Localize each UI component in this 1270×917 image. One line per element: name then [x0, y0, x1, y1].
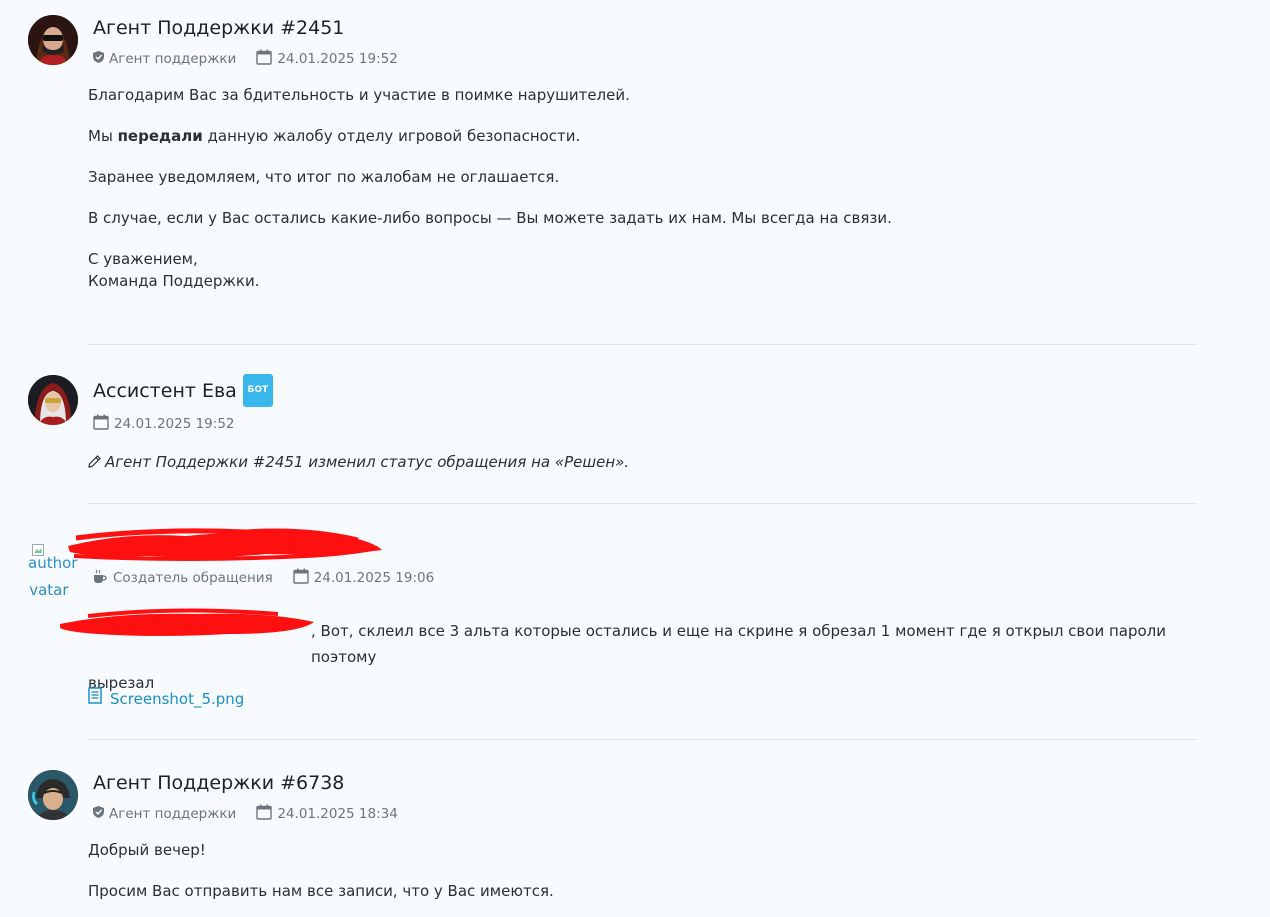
- avatar-alt-text-line2: avatar: [28, 581, 69, 599]
- text-segment: Мы: [88, 127, 118, 145]
- calendar-icon: [292, 568, 309, 588]
- message-body: Благодарим Вас за бдительность и участие…: [88, 84, 1208, 292]
- status-text: Агент Поддержки #2451 изменил статус обр…: [105, 453, 630, 471]
- coffee-icon: [93, 569, 108, 588]
- message-meta: Агент поддержки 24.01.2025 18:34: [93, 804, 418, 824]
- calendar-icon: [256, 804, 273, 824]
- message-datetime: 24.01.2025 19:06: [313, 570, 435, 586]
- divider: [88, 344, 1198, 345]
- bot-badge: БОТ: [242, 374, 273, 407]
- message-signature: С уважением, Команда Поддержки.: [88, 248, 1208, 292]
- author-role: Создатель обращения: [113, 570, 273, 586]
- message-datetime: 24.01.2025 18:34: [277, 806, 398, 822]
- signature-line: Команда Поддержки.: [88, 272, 260, 290]
- shield-icon: [93, 51, 104, 67]
- message-meta: 24.01.2025 19:52: [93, 414, 255, 434]
- redacted-author-name: [68, 528, 382, 561]
- avatar[interactable]: [28, 770, 78, 820]
- signature-line: С уважением,: [88, 250, 198, 268]
- message-paragraph: Мы передали данную жалобу отделу игровой…: [88, 125, 1208, 147]
- attachment-row: Screenshot_5.png: [88, 687, 1208, 710]
- author-name-text[interactable]: Ассистент Ева: [93, 380, 237, 402]
- shield-icon: [93, 806, 104, 822]
- message-paragraph: Просим Вас отправить нам все записи, что…: [88, 882, 554, 900]
- message-meta: Создатель обращения 24.01.2025 19:06: [93, 568, 454, 588]
- message-datetime: 24.01.2025 19:52: [277, 51, 398, 67]
- message-paragraph: В случае, если у Вас остались какие-либо…: [88, 209, 892, 227]
- message-datetime: 24.01.2025 19:52: [114, 416, 235, 432]
- message-meta: Агент поддержки 24.01.2025 19:52: [93, 49, 418, 69]
- calendar-icon: [93, 414, 109, 434]
- author-name: Ассистент Ева БОТ: [93, 374, 273, 407]
- attachment-link[interactable]: Screenshot_5.png: [88, 687, 244, 710]
- ticket-thread: Агент Поддержки #2451 Агент поддержки 24…: [0, 0, 1270, 917]
- bold-text: передали: [117, 127, 203, 145]
- calendar-icon: [256, 49, 273, 69]
- message-body: Добрый вечер! Просим Вас отправить нам в…: [88, 839, 1208, 902]
- divider: [88, 503, 1198, 504]
- divider: [88, 739, 1198, 740]
- author-name[interactable]: Агент Поддержки #2451: [93, 17, 344, 39]
- message-paragraph: Благодарим Вас за бдительность и участие…: [88, 86, 630, 104]
- author-role: Агент поддержки: [109, 51, 237, 67]
- avatar[interactable]: [28, 375, 78, 425]
- status-change-note: Агент Поддержки #2451 изменил статус обр…: [88, 451, 1208, 474]
- message-paragraph: Заранее уведомляем, что итог по жалобам …: [88, 168, 560, 186]
- attachment-filename: Screenshot_5.png: [110, 689, 245, 708]
- pencil-icon: [88, 452, 101, 474]
- text-segment: данную жалобу отделу игровой безопасност…: [202, 127, 581, 145]
- redacted-mention: [60, 608, 314, 636]
- author-name[interactable]: Агент Поддержки #6738: [93, 772, 344, 794]
- broken-image-icon: [32, 538, 44, 556]
- avatar[interactable]: [28, 15, 78, 65]
- message-paragraph: Добрый вечер!: [88, 841, 206, 859]
- document-icon: [88, 687, 102, 710]
- author-role: Агент поддержки: [109, 806, 237, 822]
